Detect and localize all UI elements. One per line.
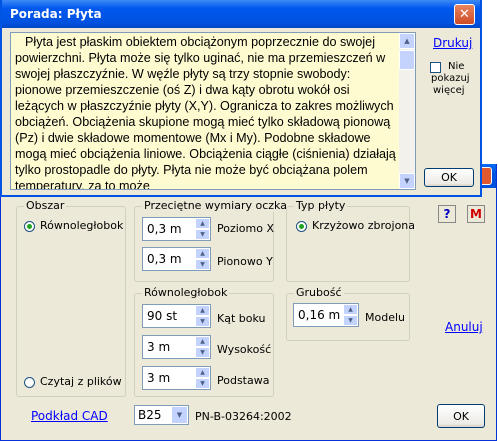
area-group: Obszar Równoległobok Czytaj z plików	[16, 199, 126, 397]
side-angle-label: Kąt boku	[217, 312, 266, 325]
hint-title: Porada: Płyta	[10, 7, 102, 21]
thickness-stepper[interactable]: 0,16 m ▲ ▼	[293, 303, 359, 327]
vertical-y-stepper[interactable]: 0,3 m ▲ ▼	[142, 247, 211, 271]
horizontal-x-label: Poziomo X	[217, 222, 275, 235]
plate-type-crossreinforced-label: Krzyżowo zbrojona	[312, 219, 416, 232]
height-label: Wysokość	[217, 343, 272, 356]
stepper-up-icon[interactable]: ▲	[195, 248, 210, 259]
stepper-down-icon[interactable]: ▼	[195, 347, 210, 358]
height-stepper[interactable]: 3 m ▲ ▼	[142, 335, 211, 359]
thickness-model-label: Modelu	[365, 311, 405, 324]
parallelogram-title: Równoległobok	[142, 286, 230, 299]
m-button[interactable]: M	[467, 205, 485, 223]
area-from-files-label: Czytaj z plików	[40, 375, 122, 388]
hint-titlebar: Porada: Płyta ✕	[2, 0, 480, 28]
plate-type-group: Typ płyty Krzyżowo zbrojona	[286, 199, 415, 282]
chevron-down-icon[interactable]: ▼	[172, 407, 187, 423]
hint-ok-button[interactable]: OK	[424, 168, 474, 187]
area-parallelogram-label: Równoległobok	[40, 219, 124, 232]
base-stepper[interactable]: 3 m ▲ ▼	[142, 366, 211, 390]
mesh-dialog: Obszar Równoległobok Czytaj z plików Prz…	[0, 164, 497, 441]
base-label: Podstawa	[217, 374, 270, 387]
close-icon[interactable]: ✕	[454, 4, 475, 25]
help-button[interactable]: ?	[438, 205, 456, 223]
stepper-down-icon[interactable]: ▼	[195, 229, 210, 240]
area-parallelogram-radio[interactable]	[24, 221, 35, 232]
cancel-link[interactable]: Anuluj	[445, 320, 483, 334]
ok-button[interactable]: OK	[437, 404, 485, 428]
side-angle-stepper[interactable]: 90 st ▲ ▼	[142, 304, 211, 328]
stepper-up-icon[interactable]: ▲	[343, 304, 358, 315]
dont-show-again-label-1: Nie	[448, 61, 465, 72]
hint-window: Porada: Płyta ✕ Płyta jest płaskim obiek…	[0, 0, 482, 197]
concrete-class-select[interactable]: B25 ▼	[134, 405, 189, 425]
dont-show-again-label-3: więcej	[433, 85, 465, 96]
hint-text: Płyta jest płaskim obiektem obciążonym p…	[15, 35, 396, 190]
dont-show-again-checkbox[interactable]	[430, 62, 441, 73]
scroll-down-icon[interactable]: ▼	[399, 173, 415, 189]
avg-cell-size-title: Przeciętne wymiary oczka	[142, 199, 289, 212]
stepper-up-icon[interactable]: ▲	[195, 218, 210, 229]
scroll-thumb[interactable]	[399, 50, 415, 70]
thickness-title: Grubość	[294, 286, 344, 299]
stepper-up-icon[interactable]: ▲	[195, 367, 210, 378]
print-link[interactable]: Drukuj	[433, 36, 472, 50]
stepper-up-icon[interactable]: ▲	[195, 305, 210, 316]
area-group-title: Obszar	[24, 199, 67, 212]
standard-label: PN-B-03264:2002	[195, 410, 292, 423]
plate-type-title: Typ płyty	[294, 199, 348, 212]
stepper-down-icon[interactable]: ▼	[195, 316, 210, 327]
cad-underlay-link[interactable]: Podkład CAD	[31, 409, 108, 423]
dont-show-again-label-2: pokazuj	[431, 73, 470, 84]
vertical-y-label: Pionowo Y	[217, 255, 273, 268]
scroll-up-icon[interactable]: ▲	[399, 33, 415, 49]
stepper-down-icon[interactable]: ▼	[195, 259, 210, 270]
area-from-files-radio[interactable]	[24, 377, 35, 388]
stepper-up-icon[interactable]: ▲	[195, 336, 210, 347]
plate-type-crossreinforced-radio[interactable]	[296, 221, 307, 232]
stepper-down-icon[interactable]: ▼	[195, 378, 210, 389]
horizontal-x-stepper[interactable]: 0,3 m ▲ ▼	[142, 217, 211, 241]
stepper-down-icon[interactable]: ▼	[343, 315, 358, 326]
hint-scrollbar[interactable]: ▲ ▼	[399, 33, 415, 189]
hint-text-area[interactable]: Płyta jest płaskim obiektem obciążonym p…	[10, 32, 416, 190]
